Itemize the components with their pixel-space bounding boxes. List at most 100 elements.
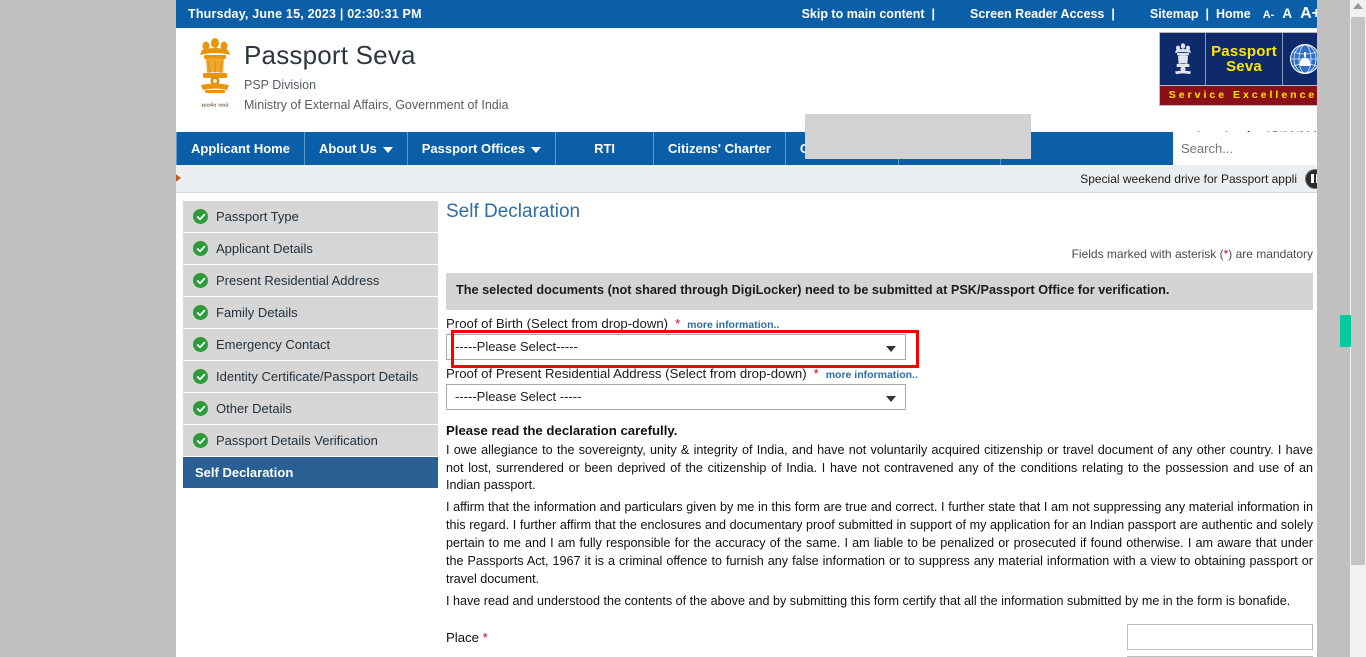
sidebar-item-passport-details-verification[interactable]: Passport Details Verification (183, 425, 438, 456)
nav-item-about-us[interactable]: About Us (305, 132, 408, 165)
sidebar-item-present-residential-address[interactable]: Present Residential Address (183, 265, 438, 296)
chevron-down-icon (382, 146, 393, 153)
logo-wordmark: Passport Seva (1206, 44, 1282, 74)
check-circle-icon (193, 305, 208, 320)
page-scrollbar-track[interactable] (1317, 0, 1331, 657)
check-circle-icon (193, 273, 208, 288)
sidebar-item-label: Emergency Contact (216, 337, 331, 352)
chevron-down-icon (886, 345, 896, 352)
proof-of-birth-select-row: -----Please Select----- (446, 333, 1313, 360)
sidebar-item-self-declaration[interactable]: Self Declaration (183, 457, 438, 488)
site-subtitle-ministry: Ministry of External Affairs, Government… (244, 97, 509, 112)
check-circle-icon (193, 401, 208, 416)
proof-of-address-label-row: Proof of Present Residential Address (Se… (446, 366, 1313, 381)
declaration-paragraph-2: I affirm that the information and partic… (446, 500, 1313, 586)
sidebar-item-label: Identity Certificate/Passport Details (216, 369, 419, 384)
check-circle-icon (193, 209, 208, 224)
logo-wordmark-line2: Seva (1226, 58, 1262, 75)
chevron-down-icon (531, 146, 542, 153)
proof-of-birth-label: Proof of Birth (Select from drop-down) (446, 315, 669, 331)
national-emblem-wrap: सत्यमेव जयते (176, 28, 244, 109)
chevron-down-icon (886, 395, 896, 402)
logo-top-row: Passport Seva (1160, 33, 1326, 85)
national-emblem-icon (200, 38, 230, 93)
nav-label: About Us (318, 141, 377, 156)
sidebar-item-label: Present Residential Address (216, 273, 380, 288)
nav-item-citizens-charter[interactable]: Citizens' Charter (654, 132, 786, 165)
font-normal-button[interactable]: A (1282, 6, 1292, 21)
proof-of-address-select-row: -----Please Select ----- (446, 383, 1313, 410)
mandatory-fields-note: Fields marked with asterisk (*) are mand… (446, 247, 1313, 261)
proof-of-address-more-information-link[interactable]: more information.. (826, 369, 918, 381)
place-input[interactable] (1127, 623, 1313, 650)
page-title: Self Declaration (446, 201, 581, 222)
screen-reader-access-link[interactable]: Screen Reader Access (970, 7, 1104, 21)
page-root: Thursday, June 15, 2023 | 02:30:31 PM Sk… (0, 0, 1366, 657)
sidebar-item-passport-type[interactable]: Passport Type (183, 201, 438, 232)
site-search (1173, 132, 1331, 165)
declaration-heading: Please read the declaration carefully. (446, 422, 678, 438)
browser-scrollbar[interactable] (1350, 0, 1366, 657)
font-size-controls: A- A A+ (1263, 5, 1321, 23)
sidebar-item-label: Family Details (216, 305, 298, 320)
check-circle-icon (193, 433, 208, 448)
sidebar-item-other-details[interactable]: Other Details (183, 393, 438, 424)
proof-of-birth-select[interactable]: -----Please Select----- (446, 333, 906, 360)
proof-of-birth-label-row: Proof of Birth (Select from drop-down) * … (446, 316, 1313, 331)
sidebar-item-label: Self Declaration (195, 465, 294, 480)
search-input[interactable] (1173, 132, 1331, 165)
sidebar-item-applicant-details[interactable]: Applicant Details (183, 233, 438, 264)
home-link[interactable]: Home (1216, 7, 1251, 21)
main-navigation: Applicant Home About Us Passport Offices… (176, 132, 1331, 165)
sitemap-link[interactable]: Sitemap (1150, 7, 1199, 21)
topbar-separator-1: | (931, 7, 936, 21)
place-label: Place * (446, 624, 488, 645)
page-scrollbar-thumb[interactable] (1340, 315, 1351, 347)
announcement-strip: Special weekend drive for Passport appli (176, 165, 1331, 193)
nav-label: Applicant Home (191, 141, 290, 156)
logo-emblem-cell (1160, 33, 1206, 85)
proof-of-address-select[interactable]: -----Please Select ----- (446, 383, 906, 410)
proof-of-birth-more-information-link[interactable]: more information.. (687, 319, 779, 331)
site-subtitle-division: PSP Division (244, 77, 317, 92)
current-datetime: Thursday, June 15, 2023 | 02:30:31 PM (188, 7, 422, 21)
sidebar-item-emergency-contact[interactable]: Emergency Contact (183, 329, 438, 360)
browser-viewport: Thursday, June 15, 2023 | 02:30:31 PM Sk… (176, 0, 1331, 657)
declaration-paragraph-1: I owe allegiance to the sovereignty, uni… (446, 442, 1313, 493)
site-title: Passport Seva (244, 40, 416, 70)
logo-tagline: Service Excellence (1160, 85, 1326, 105)
check-circle-icon (193, 337, 208, 352)
nav-item-passport-offices[interactable]: Passport Offices (408, 132, 557, 165)
font-decrease-button[interactable]: A- (1263, 9, 1275, 21)
place-label-text: Place (446, 629, 479, 645)
form-steps-sidebar: Passport Type Applicant Details Present … (176, 193, 438, 657)
sidebar-item-identity-certificate-passport-details[interactable]: Identity Certificate/Passport Details (183, 361, 438, 392)
redacted-user-area (805, 114, 1031, 159)
topbar-separator-2: | (1111, 7, 1115, 21)
check-circle-icon (193, 369, 208, 384)
pause-bar-left (1311, 174, 1314, 183)
digilocker-notice: The selected documents (not shared throu… (446, 273, 1313, 310)
check-circle-icon (193, 241, 208, 256)
logo-emblem-icon (1174, 43, 1191, 75)
announcement-text: Special weekend drive for Passport appli (1080, 171, 1297, 186)
place-inputs-column (1127, 623, 1313, 657)
browser-scrollbar-track[interactable] (1351, 17, 1365, 565)
place-required-mark: * (482, 629, 488, 645)
topbar-separator-3: | (1205, 7, 1210, 21)
top-utility-bar: Thursday, June 15, 2023 | 02:30:31 PM Sk… (176, 0, 1331, 28)
sidebar-item-label: Applicant Details (216, 241, 313, 256)
declaration-paragraph-3: I have read and understood the contents … (446, 593, 1291, 608)
nav-item-applicant-home[interactable]: Applicant Home (176, 132, 305, 165)
scroll-up-arrow-icon[interactable] (1353, 3, 1363, 9)
proof-of-address-required-mark: * (813, 365, 819, 381)
emblem-caption: सत्यमेव जयते (201, 103, 229, 109)
proof-of-address-label: Proof of Present Residential Address (Se… (446, 365, 807, 381)
skip-to-main-content-link[interactable]: Skip to main content (802, 7, 925, 21)
nav-item-rti[interactable]: RTI (556, 132, 655, 165)
nav-label: RTI (594, 141, 616, 156)
sidebar-item-family-details[interactable]: Family Details (183, 297, 438, 328)
proof-of-birth-selected-value: -----Please Select----- (455, 339, 578, 355)
marquee-arrow-icon (176, 169, 181, 187)
main-panel: Self Declaration Fields marked with aste… (438, 193, 1331, 657)
